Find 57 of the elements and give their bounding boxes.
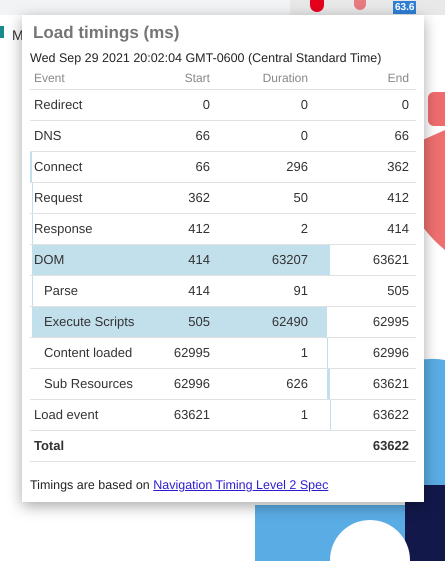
end-cell-text: 505 [387, 282, 409, 300]
end-cell-text: 414 [387, 220, 409, 238]
timestamp: Wed Sep 29 2021 20:02:04 GMT-0600 (Central Standard Time) [30, 50, 382, 66]
column-header: Start [184, 70, 210, 87]
event-name: Content loaded [44, 344, 132, 362]
duration-cell-text: 62490 [272, 313, 308, 332]
end-cell-text: 63621 [372, 375, 409, 394]
end-cell-text: 362 [387, 158, 409, 176]
event-name: Parse [44, 282, 78, 300]
start-cell-text: 412 [188, 220, 210, 238]
event-name: DNS [34, 127, 62, 146]
start-cell-text: 66 [196, 158, 210, 176]
extension-badge[interactable]: 63.6 [393, 1, 416, 14]
duration-cell-text: 1 [300, 344, 308, 362]
start-cell-text: 414 [188, 251, 210, 270]
event-name: Execute Scripts [44, 313, 134, 332]
total-value: 63622 [372, 437, 410, 456]
column-header: Event [34, 70, 65, 87]
event-name: Redirect [34, 96, 82, 114]
end-cell-text: 62996 [372, 344, 409, 362]
start-cell-text: 63621 [174, 406, 210, 424]
column-header: End [388, 70, 409, 87]
start-cell-text: 66 [196, 127, 210, 146]
start-cell-text: 62996 [174, 375, 210, 394]
shield-icon[interactable] [354, 0, 366, 10]
start-cell-text: 62995 [174, 344, 210, 362]
duration-cell-text: 91 [294, 282, 308, 300]
event-name: DOM [34, 251, 64, 270]
duration-cell-text: 626 [286, 375, 308, 394]
event-name: Connect [34, 158, 82, 176]
end-cell-text: 412 [387, 189, 409, 208]
end-cell-text: 63621 [372, 251, 409, 270]
end-cell-text: 63622 [372, 406, 409, 424]
duration-cell-text: 0 [300, 96, 308, 114]
total-label: Total [33, 437, 64, 456]
popup-title: Load timings (ms) [32, 22, 180, 44]
duration-cell-text: 50 [294, 189, 308, 208]
column-header: Duration [262, 70, 308, 87]
event-name: Response [34, 220, 93, 238]
duration-cell-text: 0 [300, 127, 308, 146]
duration-cell-text: 63207 [272, 251, 308, 270]
spec-link[interactable]: Navigation Timing Level 2 Spec [153, 478, 328, 492]
duration-cell-text: 1 [300, 406, 308, 424]
duration-cell-text: 2 [300, 220, 308, 238]
event-name: Sub Resources [44, 375, 133, 394]
start-cell-text: 362 [188, 189, 210, 208]
end-cell-text: 66 [394, 127, 409, 146]
start-cell-text: 0 [202, 96, 210, 114]
duration-cell-text: 296 [286, 158, 308, 176]
event-name: Request [34, 189, 82, 208]
start-cell-text: 505 [188, 313, 210, 332]
event-name: Load event [34, 406, 98, 424]
browser-extension-icon[interactable] [310, 0, 324, 12]
start-cell-text: 414 [188, 282, 210, 300]
end-cell-text: 62995 [372, 313, 409, 332]
footer-note: Timings are based on Navigation Timing Level 2 Spec [30, 477, 330, 494]
end-cell-text: 0 [402, 96, 409, 114]
